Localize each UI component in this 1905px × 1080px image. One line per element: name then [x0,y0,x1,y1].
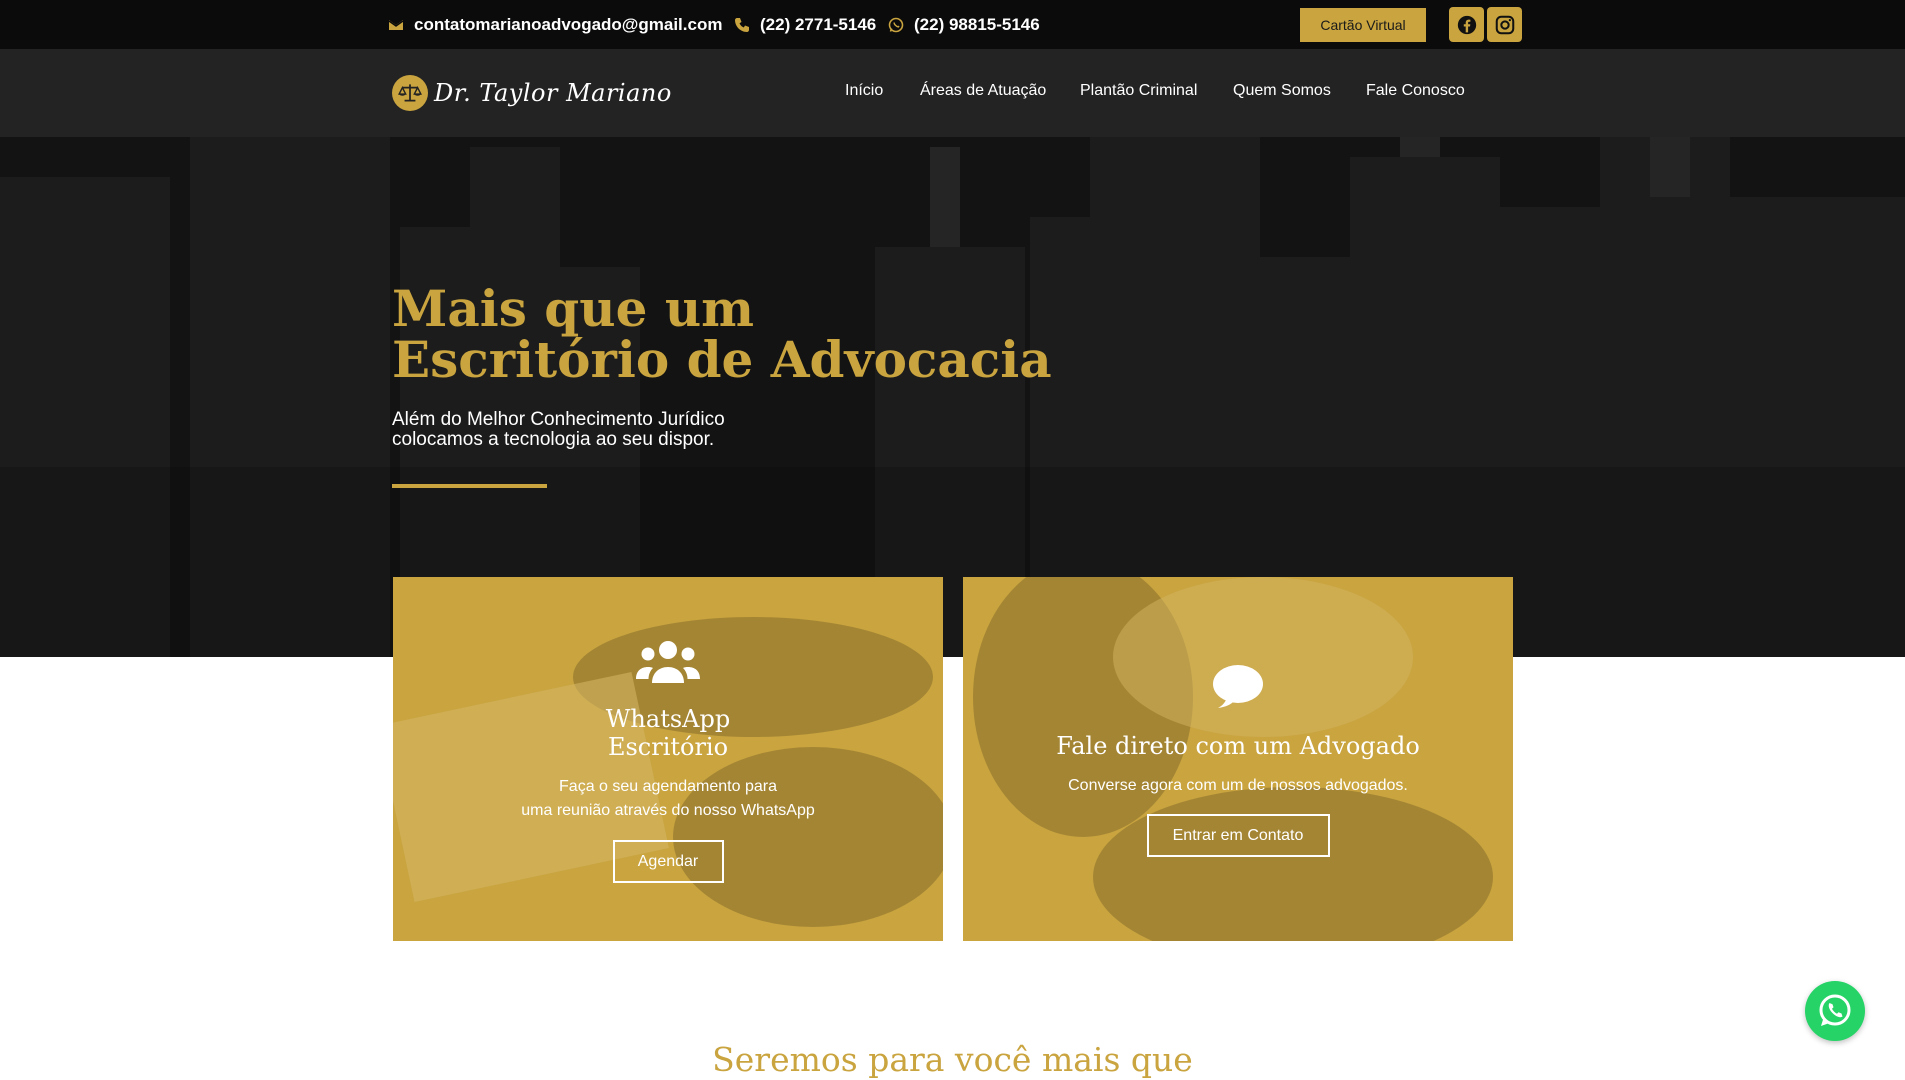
section-heading: Seremos para você mais que [712,1040,1193,1079]
schedule-button[interactable]: Agendar [612,840,724,883]
card-title-line2: Escritório [607,733,729,761]
talk-to-lawyer-card: Fale direto com um Advogado Converse ago… [963,577,1513,941]
virtual-card-button[interactable]: Cartão Virtual [1300,8,1426,42]
hero-subtitle: Além do Melhor Conhecimento Jurídico col… [392,410,812,450]
whatsapp-icon [1819,994,1851,1026]
hero-divider [392,484,547,488]
whatsapp-floating-button[interactable] [1805,981,1865,1041]
whatsapp-text: (22) 98815-5146 [914,15,1040,34]
facebook-icon [1457,15,1476,34]
whatsapp-office-card: WhatsApp Escritório Faça o seu agendamen… [393,577,943,941]
nav-item-quem-somos[interactable]: Quem Somos [1233,82,1331,100]
contact-button[interactable]: Entrar em Contato [1146,814,1330,857]
nav-item-inicio[interactable]: Início [845,82,883,100]
whatsapp-icon [888,17,904,33]
card-description: Faça o seu agendamento para uma reunião … [393,775,943,823]
card-text-line1: Faça o seu agendamento para [559,778,777,795]
nav-item-plantao[interactable]: Plantão Criminal [1080,82,1197,100]
nav-item-areas[interactable]: Áreas de Atuação [920,82,1046,100]
hero-subtitle-line1: Além do Melhor Conhecimento Jurídico [392,409,725,430]
users-icon [636,641,700,683]
email-text: contatomarianoadvogado@gmail.com [414,15,723,34]
facebook-link[interactable] [1449,7,1484,42]
hero-title: Mais que um Escritório de Advocacia [392,283,1052,385]
logo-text: Dr. Taylor Mariano [434,79,672,107]
email-link[interactable]: contatomarianoadvogado@gmail.com [388,14,722,36]
top-bar: contatomarianoadvogado@gmail.com (22) 27… [0,0,1905,49]
phone-icon [735,18,749,32]
card-title-line1: WhatsApp [605,705,731,733]
phone-link[interactable]: (22) 2771-5146 [734,14,876,36]
logo[interactable]: Dr. Taylor Mariano [392,71,672,115]
city-skyline-image [0,137,1905,657]
chat-bubble-icon [1213,665,1263,708]
envelope-icon [388,20,404,30]
hero-subtitle-line2: colocamos a tecnologia ao seu dispor. [392,429,715,450]
instagram-icon [1495,15,1514,34]
hero-section: Mais que um Escritório de Advocacia Além… [0,137,1905,657]
card-description: Converse agora com um de nossos advogado… [1068,777,1408,794]
instagram-link[interactable] [1487,7,1522,42]
hero-title-line2: Escritório de Advocacia [392,330,1052,389]
phone-text: (22) 2771-5146 [760,15,877,34]
nav-item-fale-conosco[interactable]: Fale Conosco [1366,82,1465,100]
card-title: WhatsApp Escritório [393,705,943,761]
scales-icon [392,75,428,111]
main-navigation: Dr. Taylor Mariano Início Áreas de Atuaç… [0,49,1905,137]
hero-title-line1: Mais que um [392,279,755,338]
card-title: Fale direto com um Advogado [1056,732,1420,760]
whatsapp-link[interactable]: (22) 98815-5146 [888,14,1040,36]
card-text-line2: uma reunião através do nosso WhatsApp [521,802,815,819]
